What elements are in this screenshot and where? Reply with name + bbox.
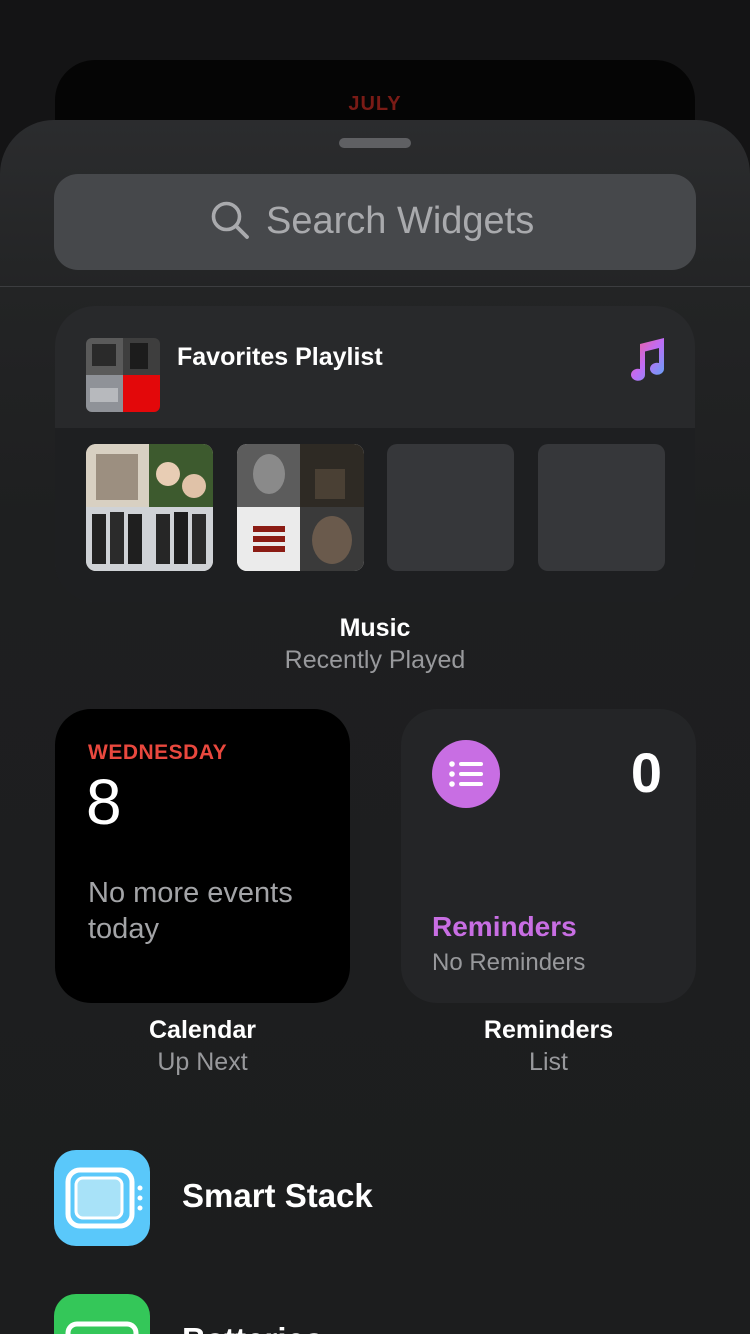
reminders-widget[interactable]: 0 Reminders No Reminders <box>401 709 696 1003</box>
sheet-grabber-handle[interactable] <box>339 138 411 148</box>
reminders-widget-caption: Reminders List <box>401 1014 696 1078</box>
caption-title: Reminders <box>483 1016 614 1044</box>
batteries-icon <box>54 1294 150 1334</box>
calendar-events-text: No more events today <box>88 877 293 945</box>
playlist-title: Favorites Playlist <box>177 343 383 371</box>
music-note-icon <box>631 338 664 381</box>
search-icon <box>211 201 249 239</box>
app-name: Batteries <box>182 1321 323 1334</box>
caption-subtitle: List <box>529 1048 568 1076</box>
music-widget[interactable]: Favorites Playlist <box>55 306 695 602</box>
reminders-title: Reminders <box>432 911 577 942</box>
calendar-weekday: WEDNESDAY <box>88 741 228 764</box>
search-placeholder: Search Widgets <box>266 200 535 242</box>
divider <box>0 286 750 287</box>
app-name: Smart Stack <box>182 1177 373 1214</box>
smart-stack-icon <box>54 1150 150 1246</box>
caption-subtitle: Recently Played <box>284 646 466 674</box>
calendar-widget-caption: Calendar Up Next <box>55 1014 350 1078</box>
album-artwork[interactable] <box>86 444 213 571</box>
widget-gallery-sheet: Search Widgets Favorites Playlist Music … <box>0 120 750 1334</box>
music-widget-caption: Music Recently Played <box>0 612 750 676</box>
caption-title: Music <box>339 614 411 642</box>
caption-title: Calendar <box>149 1016 256 1044</box>
album-placeholder[interactable] <box>387 444 514 571</box>
calendar-widget[interactable]: WEDNESDAY 8 No more events today <box>55 709 350 1003</box>
background-month-label: JULY <box>348 93 402 115</box>
app-list-item-batteries[interactable]: Batteries <box>54 1294 696 1334</box>
app-list-item-smart-stack[interactable]: Smart Stack <box>54 1150 696 1246</box>
reminders-subtitle: No Reminders <box>432 949 586 976</box>
calendar-date: 8 <box>86 766 122 838</box>
album-artwork[interactable] <box>237 444 364 571</box>
reminders-count: 0 <box>630 741 662 804</box>
list-bullet-icon <box>432 740 500 808</box>
caption-subtitle: Up Next <box>157 1048 248 1076</box>
album-placeholder[interactable] <box>538 444 665 571</box>
playlist-artwork <box>86 338 160 412</box>
